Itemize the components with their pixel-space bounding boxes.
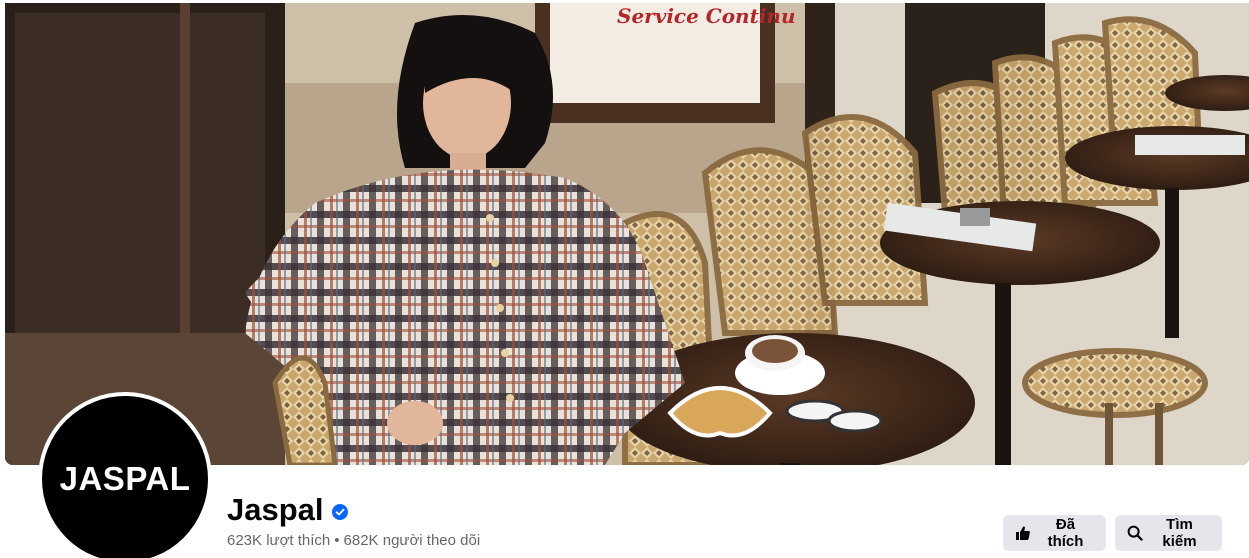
- liked-button-label: Đã thích: [1047, 516, 1084, 550]
- search-button[interactable]: Tìm kiếm: [1115, 515, 1222, 551]
- stats-separator: •: [334, 532, 340, 549]
- cover-photo[interactable]: Service Continu: [5, 3, 1249, 465]
- liked-button[interactable]: Đã thích: [1003, 515, 1106, 551]
- cover-photo-image: Service Continu: [5, 3, 1249, 465]
- thumbs-up-icon: [1015, 525, 1031, 541]
- search-icon: [1127, 525, 1143, 541]
- search-button-label: Tìm kiếm: [1162, 516, 1197, 550]
- followers-count[interactable]: 682K người theo dõi: [344, 532, 481, 549]
- likes-count[interactable]: 623K lượt thích: [227, 532, 330, 549]
- page-stats: 623K lượt thích • 682K người theo dõi: [227, 532, 480, 549]
- page-header: Service Continu JASPAL Jaspal 623K lượt …: [0, 0, 1249, 558]
- page-title[interactable]: Jaspal: [227, 492, 324, 528]
- verified-badge-icon[interactable]: [331, 504, 348, 520]
- cover-sign-text: Service Continu: [617, 4, 796, 28]
- page-title-row: Jaspal: [227, 489, 348, 531]
- avatar-logo-text: JASPAL: [59, 460, 191, 497]
- page-avatar[interactable]: JASPAL: [38, 392, 212, 558]
